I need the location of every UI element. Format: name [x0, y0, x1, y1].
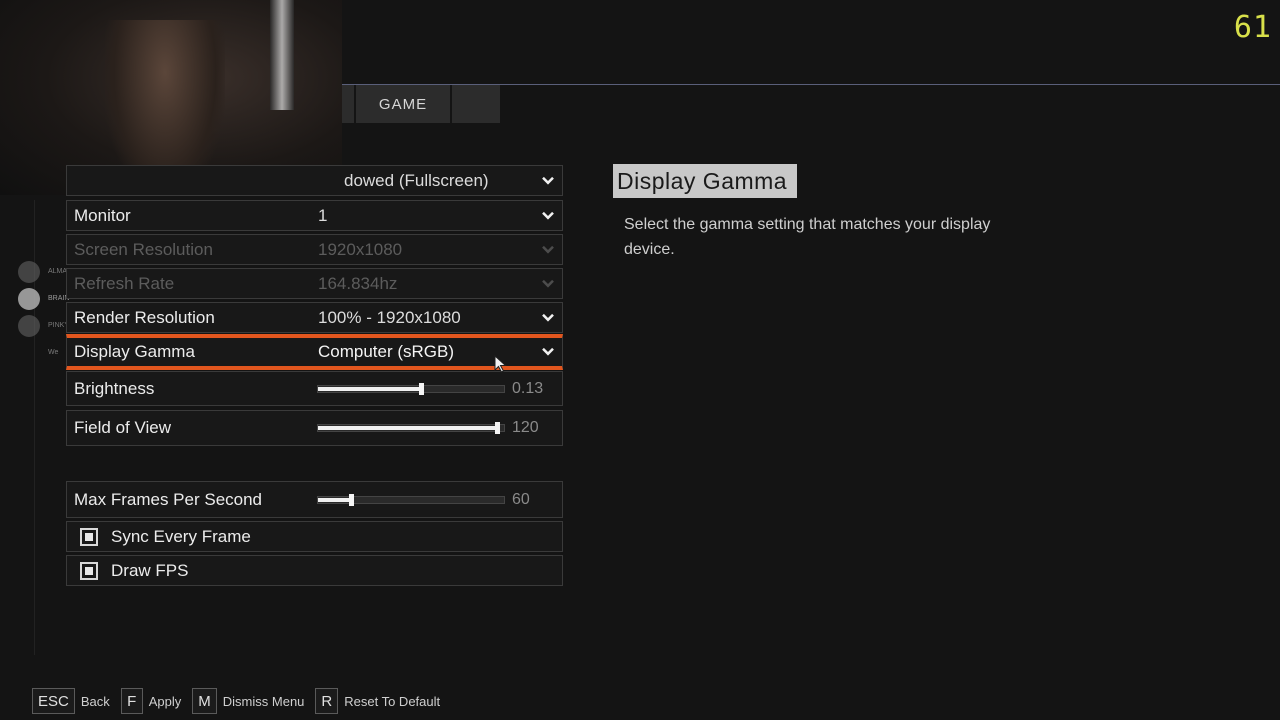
brightness-value: 0.13 — [512, 379, 544, 397]
draw-fps-checkbox[interactable] — [80, 561, 98, 580]
refresh-rate-value: 164.834hz — [318, 273, 398, 293]
display-gamma-label: Display Gamma — [74, 342, 195, 361]
render-resolution-label: Render Resolution — [74, 307, 215, 327]
description-text: Select the gamma setting that matches yo… — [624, 216, 991, 258]
draw-fps-label: Draw FPS — [111, 560, 189, 580]
slider-fill — [318, 386, 419, 391]
field-of-view-label: Field of View — [74, 418, 172, 437]
sync-every-frame-row[interactable]: Sync Every Frame — [66, 521, 563, 552]
apply-label: Apply — [148, 693, 182, 709]
chevron-down-icon — [542, 313, 554, 322]
player-avatar-icon — [18, 287, 40, 310]
brightness-row: Brightness 0.13 — [66, 371, 563, 406]
screen-resolution-row: Screen Resolution 1920x1080 — [66, 234, 563, 265]
slider-fill — [318, 426, 495, 430]
monitor-label: Monitor — [74, 205, 131, 225]
display-gamma-value: Computer (sRGB) — [318, 342, 455, 361]
slider-handle[interactable] — [419, 382, 424, 395]
mouse-cursor-icon — [494, 355, 507, 373]
max-fps-label: Max Frames Per Second — [74, 489, 263, 509]
back-keybind[interactable]: ESC Back — [32, 688, 110, 714]
player-avatar-icon — [18, 314, 40, 337]
field-of-view-value: 120 — [512, 419, 539, 436]
key-m: M — [192, 688, 217, 714]
max-fps-value: 60 — [512, 490, 530, 508]
refresh-rate-row: Refresh Rate 164.834hz — [66, 268, 563, 299]
key-esc: ESC — [32, 688, 75, 714]
description-title: Display Gamma — [613, 164, 798, 198]
max-fps-slider[interactable] — [317, 493, 505, 506]
field-of-view-row: Field of View 120 — [66, 410, 563, 446]
dismiss-menu-keybind[interactable]: M Dismiss Menu — [192, 688, 304, 714]
display-mode-value: dowed (Fullscreen) — [344, 170, 489, 190]
chevron-down-icon — [542, 176, 554, 185]
render-resolution-value: 100% - 1920x1080 — [318, 307, 461, 327]
chevron-down-icon — [542, 211, 554, 220]
chevron-down-icon — [542, 347, 554, 356]
slider-handle[interactable] — [349, 493, 354, 506]
squad-member-name: We — [48, 349, 59, 356]
reset-default-label: Reset To Default — [344, 693, 441, 709]
tab-bar: GAME — [342, 85, 502, 123]
screen-resolution-value: 1920x1080 — [318, 239, 403, 259]
player-avatar-icon — [18, 260, 40, 283]
brightness-label: Brightness — [74, 378, 155, 398]
chevron-down-icon — [542, 245, 554, 254]
key-r: R — [315, 688, 339, 714]
display-gamma-row[interactable]: Display Gamma Computer (sRGB) — [66, 334, 563, 370]
dismiss-menu-label: Dismiss Menu — [222, 693, 305, 709]
fps-counter: 61 — [1233, 10, 1272, 45]
slider-handle[interactable] — [495, 422, 500, 434]
chevron-down-icon — [542, 279, 554, 288]
sync-every-frame-label: Sync Every Frame — [111, 526, 251, 546]
tab-right[interactable] — [452, 85, 500, 123]
apply-keybind[interactable]: F Apply — [120, 688, 182, 714]
back-label: Back — [80, 693, 110, 709]
footer-keybinds: ESC Back F Apply M Dismiss Menu R Reset … — [32, 687, 451, 715]
display-mode-row[interactable]: dowed (Fullscreen) — [66, 165, 563, 196]
monitor-value: 1 — [318, 205, 328, 225]
tab-left[interactable] — [342, 85, 354, 123]
refresh-rate-label: Refresh Rate — [74, 273, 175, 293]
slider-fill — [318, 497, 349, 502]
key-f: F — [120, 688, 143, 714]
field-of-view-slider[interactable] — [317, 422, 505, 434]
brightness-slider[interactable] — [317, 382, 505, 395]
screen-resolution-label: Screen Resolution — [74, 239, 213, 259]
monitor-row[interactable]: Monitor 1 — [66, 200, 563, 231]
draw-fps-row[interactable]: Draw FPS — [66, 555, 563, 586]
description-panel: Display Gamma Select the gamma setting t… — [613, 164, 1033, 262]
webcam-light — [270, 0, 294, 110]
sync-every-frame-checkbox[interactable] — [80, 527, 98, 546]
tab-game[interactable]: GAME — [356, 85, 450, 123]
render-resolution-row[interactable]: Render Resolution 100% - 1920x1080 — [66, 302, 563, 333]
max-fps-row: Max Frames Per Second 60 — [66, 481, 563, 518]
reset-default-keybind[interactable]: R Reset To Default — [315, 688, 440, 714]
